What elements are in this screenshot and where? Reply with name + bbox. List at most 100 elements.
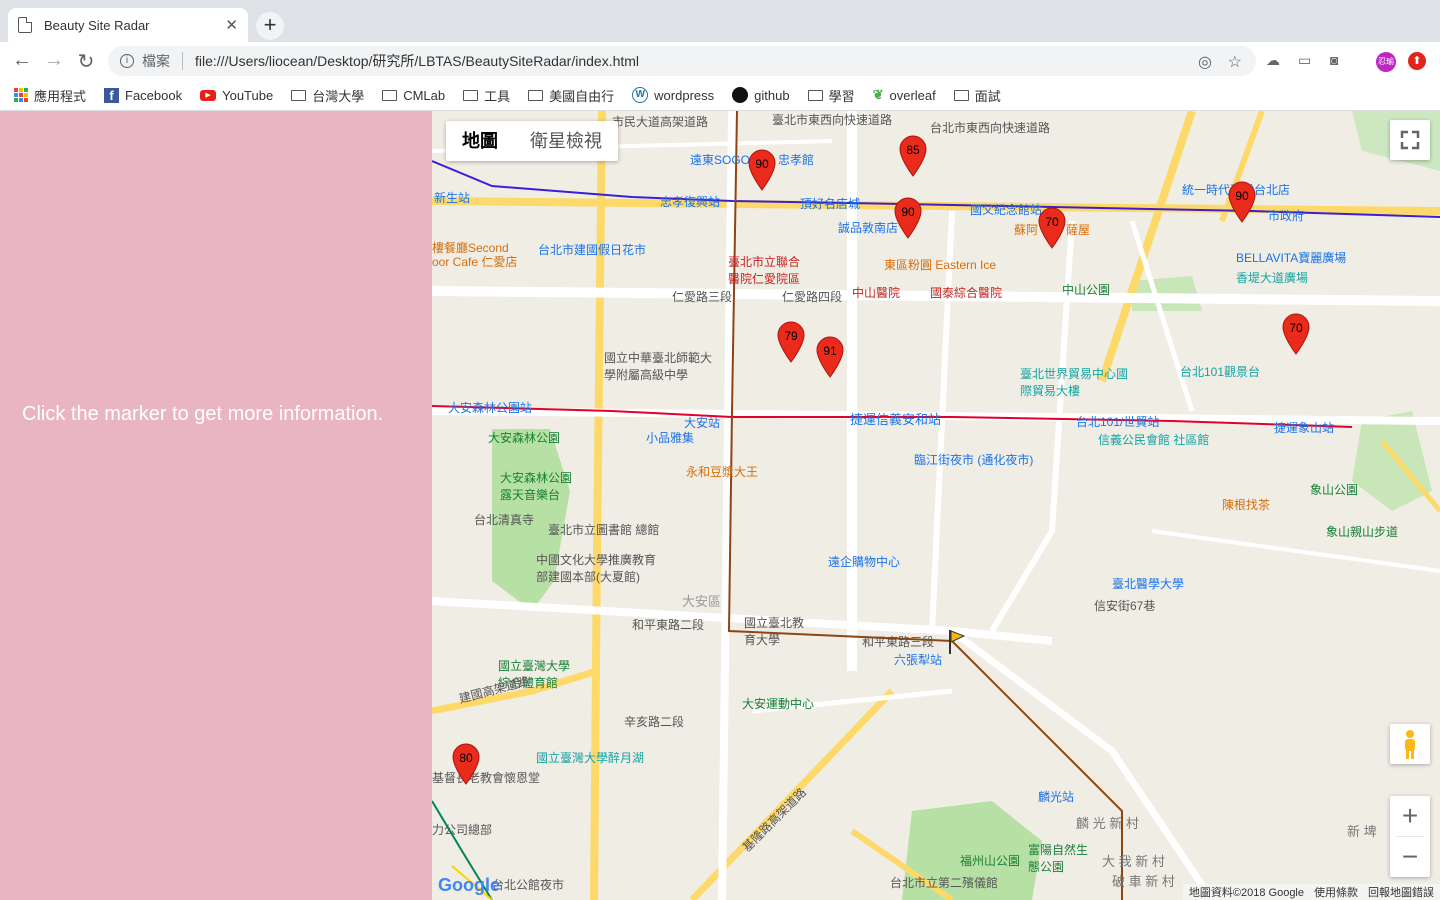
close-tab-icon[interactable]: ✕ xyxy=(225,16,238,34)
rating-marker[interactable]: 70 xyxy=(1282,313,1310,355)
bookmark-apps[interactable]: 應用程式 xyxy=(14,86,86,105)
bookmark-label: CMLab xyxy=(403,87,446,103)
map-label: 台北101/世貿站 xyxy=(1076,415,1160,429)
address-divider xyxy=(182,52,183,70)
map-type-roadmap-button[interactable]: 地圖 xyxy=(446,121,514,161)
map-label: 和平東路三段 xyxy=(862,635,935,649)
zoom-out-button[interactable]: − xyxy=(1390,837,1430,877)
map-label: 富陽自然生態公園 xyxy=(1028,843,1089,874)
rating-marker[interactable]: 90 xyxy=(894,197,922,239)
map-label: 台北公館夜市 xyxy=(492,878,565,892)
google-logo: Google xyxy=(438,875,500,896)
marker-label: 90 xyxy=(901,205,915,219)
street-view-button[interactable] xyxy=(1390,724,1430,764)
zoom-in-button[interactable]: + xyxy=(1390,796,1430,836)
map-type-control: 地圖 衛星檢視 xyxy=(446,121,618,161)
instruction-text: Click the marker to get more information… xyxy=(22,403,384,425)
map-type-satellite-button[interactable]: 衛星檢視 xyxy=(514,121,618,161)
bookmark-label: 工具 xyxy=(484,88,511,104)
map-label: 台北清真寺 xyxy=(474,513,535,527)
rating-marker[interactable]: 70 xyxy=(1038,207,1066,249)
map-label: 國立臺北教育大學 xyxy=(744,616,805,647)
bookmark-label: 台灣大學 xyxy=(312,88,365,104)
map-label: 仁愛路四段 xyxy=(782,290,843,304)
google-map[interactable]: 市民大道高架道路 臺北市東西向快速道路 台北市東西向快速道路 遠東SOGO 忠孝… xyxy=(432,111,1440,900)
map-label: BELLAVITA寶麗廣場 xyxy=(1236,251,1347,265)
back-button[interactable]: ← xyxy=(10,49,34,72)
map-label: 台北市立第二殯儀館 xyxy=(890,876,999,890)
location-icon[interactable]: ◎ xyxy=(1198,52,1212,72)
tab-strip: Beauty Site Radar ✕ + xyxy=(0,0,1440,42)
rating-marker[interactable]: 91 xyxy=(816,336,844,378)
map-label: 捷運象山站 xyxy=(1274,421,1335,435)
chat-extension-icon[interactable]: ▭ xyxy=(1298,52,1311,69)
url-text[interactable]: file:///Users/liocean/Desktop/研究所/LBTAS/… xyxy=(195,51,639,71)
map-label: 國泰綜合醫院 xyxy=(930,286,1003,300)
cloud-extension-icon[interactable]: ☁ xyxy=(1266,52,1280,69)
page-icon xyxy=(18,17,32,33)
bookmark-label: Facebook xyxy=(125,87,183,103)
map-label: 臺北市立聯合醫院仁愛院區 xyxy=(728,255,801,286)
bookmarks-bar: 應用程式 f Facebook ▶ YouTube 台灣大學 CMLab 工具 … xyxy=(0,80,1440,111)
rating-marker[interactable]: 90 xyxy=(748,149,776,191)
profile-avatar[interactable]: 忍瑜 xyxy=(1376,52,1396,72)
facebook-icon: f xyxy=(104,87,120,103)
update-extension-icon[interactable]: ⬆ xyxy=(1408,52,1426,70)
bookmark-star-icon[interactable]: ☆ xyxy=(1228,52,1242,72)
map-label: 台北市建國假日花市 xyxy=(538,243,647,257)
map-label: 國立臺灣大學醉月湖 xyxy=(536,751,645,765)
map-label: 台北市東西向快速道路 xyxy=(930,121,1051,135)
new-tab-button[interactable]: + xyxy=(256,12,284,40)
map-label: 香堤大道廣場 xyxy=(1236,271,1309,285)
map-roads xyxy=(432,111,1440,900)
info-icon[interactable]: i xyxy=(120,54,134,68)
bookmark-label: wordpress xyxy=(654,87,715,103)
map-label: 蘇阿 xyxy=(1014,223,1039,237)
map-label: 麟 光 新 村 xyxy=(1076,816,1139,831)
address-bar[interactable]: i 檔案 file:///Users/liocean/Desktop/研究所/L… xyxy=(108,46,1256,76)
fullscreen-button[interactable] xyxy=(1390,120,1430,160)
bookmark-label: 應用程式 xyxy=(34,88,87,104)
map-label: 麟光站 xyxy=(1038,790,1075,804)
bookmark-folder-cmlab[interactable]: CMLab xyxy=(382,88,445,103)
bookmark-github[interactable]: github xyxy=(732,87,790,103)
report-error-link[interactable]: 回報地圖錯誤 xyxy=(1368,884,1434,900)
map-label: 臺北世界貿易中心國際貿易大樓 xyxy=(1020,367,1129,398)
mask-extension-icon[interactable]: ◙ xyxy=(1330,52,1338,68)
marker-label: 70 xyxy=(1045,215,1059,229)
bookmark-wordpress[interactable]: W wordpress xyxy=(632,87,714,103)
pegman-icon xyxy=(1405,730,1415,759)
marker-label: 85 xyxy=(906,143,920,157)
terms-link[interactable]: 使用條款 xyxy=(1314,884,1358,900)
map-label: 遠企購物中心 xyxy=(828,555,901,569)
rating-marker[interactable]: 85 xyxy=(899,135,927,177)
bookmark-folder-ntu[interactable]: 台灣大學 xyxy=(291,86,364,105)
forward-button[interactable]: → xyxy=(42,49,66,72)
map-label: 大安森林公園 xyxy=(488,431,561,445)
rating-marker[interactable]: 80 xyxy=(452,743,480,785)
map-label: 新生站 xyxy=(434,191,471,205)
bookmark-overleaf[interactable]: ❦ overleaf xyxy=(873,87,936,103)
overleaf-icon: ❦ xyxy=(872,87,884,102)
map-label: 東區粉圓 Eastern Ice xyxy=(884,258,997,272)
map-label: 大安森林公園站 xyxy=(448,401,533,415)
bookmark-facebook[interactable]: f Facebook xyxy=(104,87,183,103)
bookmark-folder-tools[interactable]: 工具 xyxy=(463,86,510,105)
map-label: 薩屋 xyxy=(1066,223,1091,237)
map-label: 忠孝復興站 xyxy=(660,195,721,209)
rating-marker[interactable]: 79 xyxy=(777,321,805,363)
map-label: 臨江街夜市 (通化夜市) xyxy=(914,453,1034,467)
bookmark-folder-us-trip[interactable]: 美國自由行 xyxy=(528,86,614,105)
reload-button[interactable]: ↻ xyxy=(74,49,98,74)
map-label: 象山公園 xyxy=(1310,483,1359,497)
map-label: 國立中華臺北師範大學附屬高級中學 xyxy=(604,351,713,382)
folder-icon xyxy=(953,89,969,101)
bookmark-folder-interview[interactable]: 面試 xyxy=(953,86,1001,105)
map-data-credit: 地圖資料©2018 Google xyxy=(1188,887,1304,899)
bookmark-folder-study[interactable]: 學習 xyxy=(807,86,855,105)
tab-beauty-site-radar[interactable]: Beauty Site Radar ✕ xyxy=(8,8,248,42)
map-label: 大安森林公園露天音樂台 xyxy=(500,471,573,502)
map-label: 中國文化大學推廣教育部建國本部(大夏館) xyxy=(536,553,657,584)
rating-marker[interactable]: 90 xyxy=(1228,181,1256,223)
bookmark-youtube[interactable]: ▶ YouTube xyxy=(200,88,273,103)
